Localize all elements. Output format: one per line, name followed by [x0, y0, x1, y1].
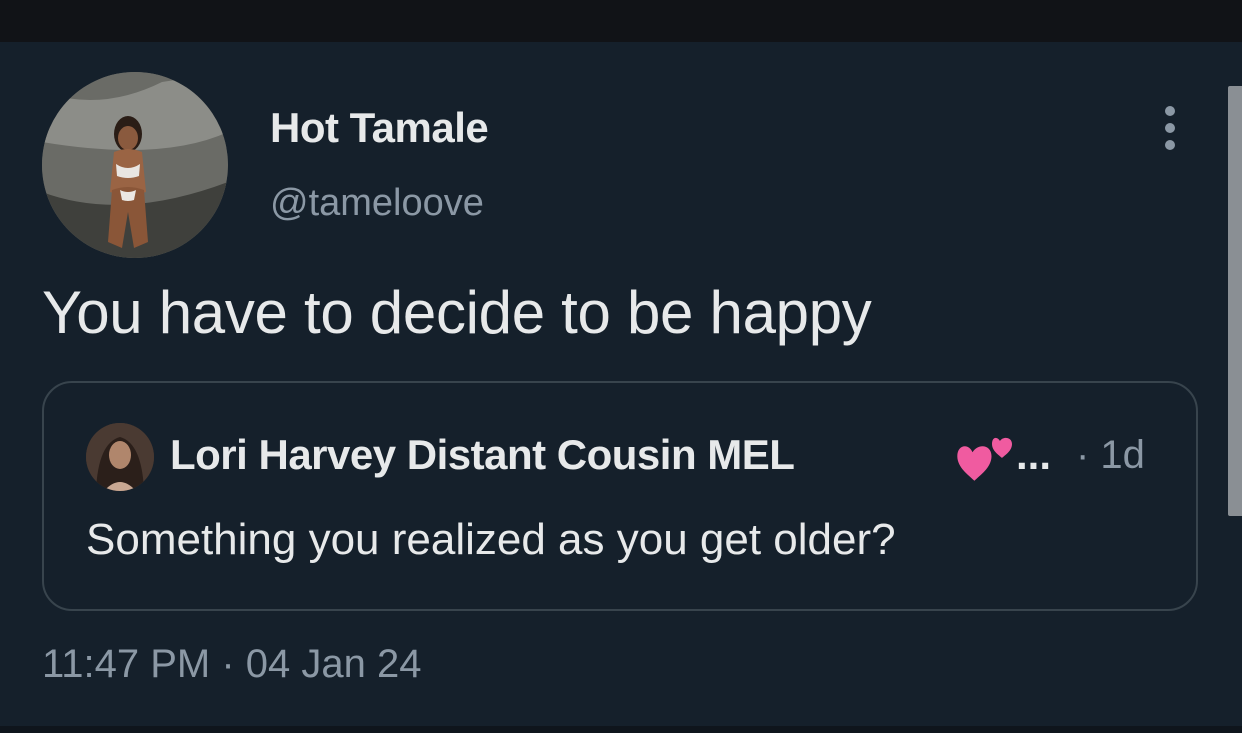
- quoted-author-display-name[interactable]: Lori Harvey Distant Cousin MEL: [170, 431, 795, 479]
- more-vertical-icon-dot: [1165, 140, 1175, 150]
- author-avatar[interactable]: [42, 72, 228, 258]
- more-vertical-icon-dot: [1165, 123, 1175, 133]
- quoted-tweet-text: Something you realized as you get older?: [86, 515, 896, 564]
- quoted-tweet-age[interactable]: · 1d: [1076, 433, 1145, 478]
- screenshot-frame: Hot Tamale @tameloove You have to decide…: [0, 0, 1242, 733]
- scrollbar-thumb[interactable]: [1228, 86, 1242, 516]
- avatar-photo: [42, 72, 228, 258]
- quoted-tweet[interactable]: Lori Harvey Distant Cousin MEL ... · 1d …: [42, 381, 1198, 611]
- more-options-button[interactable]: [1152, 102, 1188, 154]
- tweet-text: You have to decide to be happy: [42, 279, 872, 346]
- tweet-card[interactable]: Hot Tamale @tameloove You have to decide…: [0, 42, 1242, 726]
- bottom-edge: [0, 726, 1242, 733]
- quoted-author-avatar[interactable]: [86, 423, 154, 491]
- tweet-timestamp[interactable]: 11:47 PM · 04 Jan 24: [42, 642, 422, 687]
- more-vertical-icon: [1165, 106, 1175, 116]
- quoted-avatar-photo: [86, 423, 154, 491]
- status-bar: [0, 0, 1242, 42]
- two-hearts-icon: [957, 437, 1012, 481]
- quoted-name-truncation: ...: [1016, 431, 1052, 478]
- author-handle[interactable]: @tameloove: [270, 182, 484, 225]
- author-display-name[interactable]: Hot Tamale: [270, 104, 489, 152]
